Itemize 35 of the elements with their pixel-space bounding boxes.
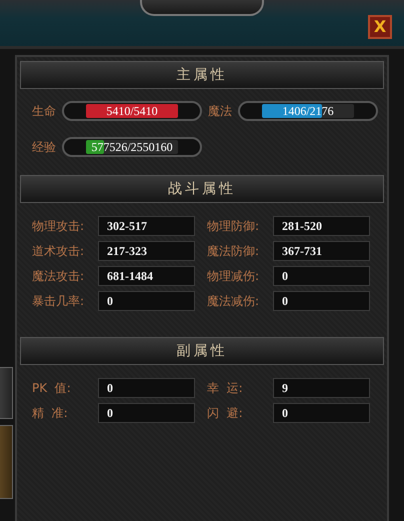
stat-value: 367-731 xyxy=(273,241,370,261)
stat-label: 物理防御: xyxy=(207,218,260,234)
section-header: 战斗属性 xyxy=(20,175,384,203)
stat-value: 0 xyxy=(273,403,370,423)
bar-value: 5410/5410 xyxy=(105,104,159,118)
stat-value: 681-1484 xyxy=(98,266,195,286)
stat-label: 魔法 xyxy=(208,102,233,120)
stat-label: 暴击几率: xyxy=(32,292,86,310)
stat-value: 0 xyxy=(273,266,370,286)
stat-value: 9 xyxy=(273,378,370,398)
stat-value: 0 xyxy=(98,403,195,423)
stat-value: 302-517 xyxy=(98,216,195,236)
close-button[interactable]: X xyxy=(368,15,392,39)
stat-label: 魔法防御: xyxy=(207,242,260,260)
stat-value: 0 xyxy=(98,291,195,311)
side-tab[interactable] xyxy=(0,367,13,419)
section-header: 主属性 xyxy=(20,61,384,89)
stat-value: 217-323 xyxy=(98,241,195,261)
stat-label: 幸 运: xyxy=(207,380,244,396)
stat-label: 魔法减伤: xyxy=(207,292,260,310)
stat-label: 闪 避: xyxy=(207,404,244,422)
stat-label: 精 准: xyxy=(32,404,69,422)
stat-label: 道术攻击: xyxy=(32,242,86,260)
side-tab[interactable] xyxy=(0,425,13,499)
stat-label: PK 值: xyxy=(32,380,72,396)
stat-label: 生命 xyxy=(32,102,57,120)
stat-label: 魔法攻击: xyxy=(32,268,86,284)
stat-value: 281-520 xyxy=(273,216,370,236)
stat-value: 0 xyxy=(273,291,370,311)
stat-value: 0 xyxy=(98,378,195,398)
stat-label: 经验 xyxy=(32,138,57,156)
stat-label: 物理攻击: xyxy=(32,218,86,234)
bar-value: 577526/2550160 xyxy=(90,140,174,154)
section-header: 副属性 xyxy=(20,337,384,365)
stat-label: 物理减伤: xyxy=(207,268,260,284)
